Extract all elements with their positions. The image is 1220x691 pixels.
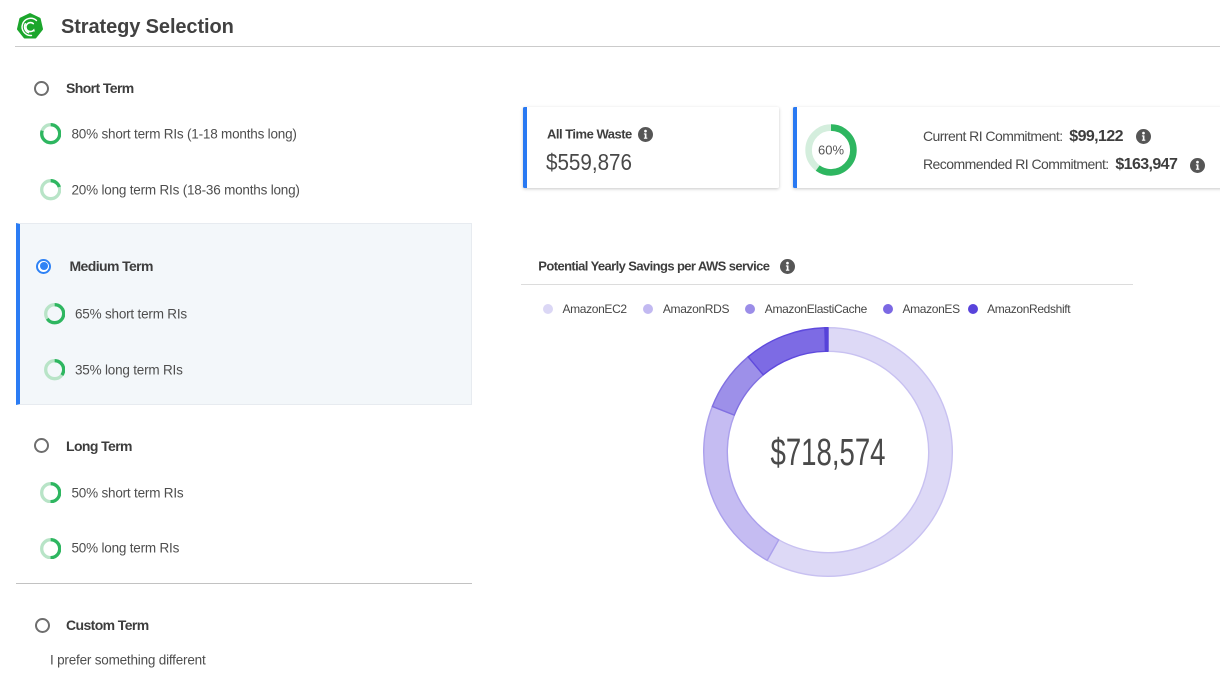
svg-text:60%: 60% xyxy=(818,142,844,157)
svg-text:$559,876: $559,876 xyxy=(546,149,632,175)
svg-text:$718,574: $718,574 xyxy=(770,432,885,474)
